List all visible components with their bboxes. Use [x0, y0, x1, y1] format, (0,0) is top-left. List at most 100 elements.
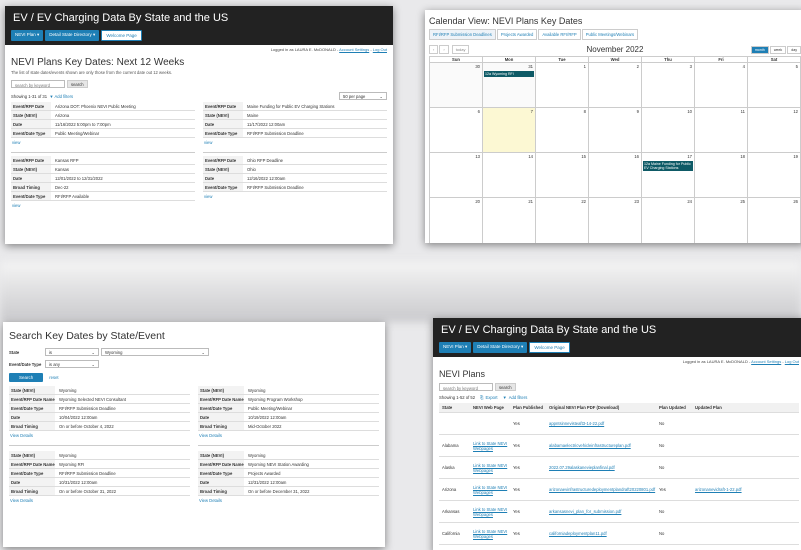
calendar-day[interactable]: 21 — [482, 198, 535, 243]
view-link[interactable]: view — [11, 201, 195, 212]
search-input[interactable]: search by keyword — [11, 80, 65, 88]
day-number: 20 — [475, 199, 480, 204]
login-text: Logged in as LAURA E. McDONALD - — [682, 359, 752, 364]
calendar-day[interactable]: 14 — [482, 153, 535, 197]
account-settings-link[interactable]: Account Settings — [751, 359, 781, 364]
day-number: 17 — [687, 154, 692, 159]
view-link[interactable]: view — [203, 192, 387, 203]
view-week-button[interactable]: week — [769, 45, 787, 54]
per-page-select[interactable]: 50 per page ⌄ — [339, 92, 387, 100]
calendar-day[interactable]: 15 — [535, 153, 588, 197]
calendar-day[interactable]: 6 — [430, 108, 482, 152]
add-filters-link[interactable]: Add filters — [55, 94, 74, 99]
calendar-day[interactable]: 22 — [535, 198, 588, 243]
view-month-button[interactable]: month — [750, 45, 769, 54]
calendar-day[interactable]: 26 — [747, 198, 800, 243]
cell-pdf[interactable]: alabamaelectricvehicleinfrastructureplan… — [549, 443, 659, 448]
calendar-day[interactable]: 2 — [588, 63, 641, 107]
calendar-day[interactable]: 13 — [430, 153, 482, 197]
view-link[interactable]: view — [203, 138, 387, 149]
calendar-day[interactable]: 17 12a Maine Funding for Public EV Chargi… — [641, 153, 694, 197]
nav-detail-state-directory[interactable]: Detail State Directory ▾ — [473, 342, 528, 353]
tab-projects-awarded[interactable]: Projects Awarded — [496, 29, 538, 40]
cell-pdf[interactable]: arkansasnevi_plan_for_submission.pdf — [549, 509, 659, 514]
field-value: On or before December 31, 2022 — [248, 488, 310, 494]
nav-nevi-plan[interactable]: NEVI Plan ▾ — [439, 342, 472, 353]
view-details-link[interactable]: View Details — [9, 431, 190, 442]
calendar-day[interactable]: 30 — [430, 63, 482, 107]
state-value-select[interactable]: Wyoming ⌄ — [101, 348, 209, 356]
cell-pdf[interactable]: appntsinnevisteaft3-14-22.pdf — [549, 421, 659, 426]
reset-link[interactable]: reset — [49, 375, 58, 380]
field-label: Event/RFP Date Name — [9, 460, 55, 468]
calendar-day[interactable]: 25 — [694, 198, 747, 243]
result-count: Showing 1-31 of 31 — [11, 93, 48, 99]
field-label: State (NEVI) — [198, 451, 244, 459]
cell-web[interactable]: Link to State NEVI Webpages — [473, 507, 513, 517]
calendar-day[interactable]: 23 — [588, 198, 641, 243]
export-link[interactable]: Export — [485, 395, 497, 400]
weekday-header: Wed — [588, 57, 641, 62]
type-select[interactable]: is any ⌄ — [45, 360, 99, 368]
add-filters-link[interactable]: Add filters — [509, 395, 528, 400]
calendar-day[interactable]: 11 — [694, 108, 747, 152]
account-settings-link[interactable]: Account Settings — [339, 47, 369, 52]
cell-pdf[interactable]: 2022.07.29alaskanevieplanfinal.pdf — [549, 465, 659, 470]
tab-rfi-rfp-deadlines[interactable]: RFI/RFP Submission Deadlines — [429, 29, 496, 40]
calendar-day[interactable]: 24 — [641, 198, 694, 243]
nav-nevi-plan[interactable]: NEVI Plan ▾ — [11, 30, 44, 41]
record-divider — [9, 445, 190, 446]
view-details-link[interactable]: View Details — [9, 496, 190, 507]
day-number: 9 — [636, 109, 639, 114]
calendar-day[interactable]: 8 — [535, 108, 588, 152]
calendar-day[interactable]: 5 — [747, 63, 800, 107]
search-button[interactable]: search — [67, 80, 88, 88]
cell-updplan[interactable]: arizonanevidraft-1-22.pdf — [695, 487, 755, 492]
cell-web[interactable]: Link to State NEVI Webpages — [473, 441, 513, 451]
view-link[interactable]: view — [11, 138, 195, 149]
calendar-day[interactable]: 10 — [641, 108, 694, 152]
calendar-day[interactable]: 3 — [641, 63, 694, 107]
calendar-day[interactable]: 31 12a Wyoming RFI — [482, 63, 535, 107]
table-row: Alabama Link to State NEVI Webpages Yes ala… — [439, 435, 799, 457]
field-label: Event/Date Type — [198, 469, 244, 477]
tab-public-meetings[interactable]: Public Meetings/Webinars — [581, 29, 639, 40]
calendar-day[interactable]: 20 — [430, 198, 482, 243]
logout-link[interactable]: Log Out — [785, 359, 799, 364]
plans-table: State NEVI Web Page Plan Published Original… — [439, 403, 799, 545]
calendar-day[interactable]: 9 — [588, 108, 641, 152]
cell-web[interactable]: Link to State NEVI Webpages — [473, 463, 513, 473]
nav-welcome-page[interactable]: Welcome Page — [101, 30, 142, 41]
calendar-day[interactable]: 1 — [535, 63, 588, 107]
search-input[interactable]: search by keyword — [439, 383, 493, 391]
calendar-event[interactable]: 12a Wyoming RFI — [484, 71, 534, 78]
view-day-button[interactable]: day — [787, 45, 801, 54]
cell-pdf[interactable]: arizonaevinfrastructuredeploymentplandra… — [549, 487, 659, 492]
nav-welcome-page[interactable]: Welcome Page — [529, 342, 570, 353]
calendar-day[interactable]: 18 — [694, 153, 747, 197]
search-submit-button[interactable]: Search — [9, 373, 44, 382]
calendar-day[interactable]: 4 — [694, 63, 747, 107]
search-button[interactable]: search — [495, 383, 516, 391]
logout-link[interactable]: Log Out — [373, 47, 387, 52]
calendar-event[interactable]: 12a Maine Funding for Public EV Charging… — [643, 161, 693, 172]
view-details-link[interactable]: View Details — [198, 496, 379, 507]
day-number: 13 — [475, 154, 480, 159]
day-number: 14 — [528, 154, 533, 159]
nav-detail-state-directory[interactable]: Detail State Directory ▾ — [45, 30, 100, 41]
table-row: Yes appntsinnevisteaft3-14-22.pdf No — [439, 413, 799, 435]
calendar-day[interactable]: 7 — [482, 108, 535, 152]
record-field: Event/RFP Date Arizona DOT: Phoenix NEVI … — [11, 102, 195, 111]
calendar-day[interactable]: 19 — [747, 153, 800, 197]
cell-web[interactable]: Link to State NEVI Webpages — [473, 529, 513, 539]
calendar-day[interactable]: 12 — [747, 108, 800, 152]
tab-available-rfi-rfp[interactable]: Available RFI/RFP — [538, 29, 581, 40]
state-operator-select[interactable]: is ⌄ — [45, 348, 99, 356]
cell-upd: No — [659, 421, 665, 426]
cell-web[interactable]: Link to State NEVI Webpages — [473, 485, 513, 495]
field-value: Maine — [247, 112, 259, 118]
cell-pdf[interactable]: californiadeploymentplan11.pdf — [549, 531, 659, 536]
view-details-link[interactable]: View Details — [198, 431, 379, 442]
calendar-day[interactable]: 16 — [588, 153, 641, 197]
cell-state: California — [442, 531, 460, 536]
